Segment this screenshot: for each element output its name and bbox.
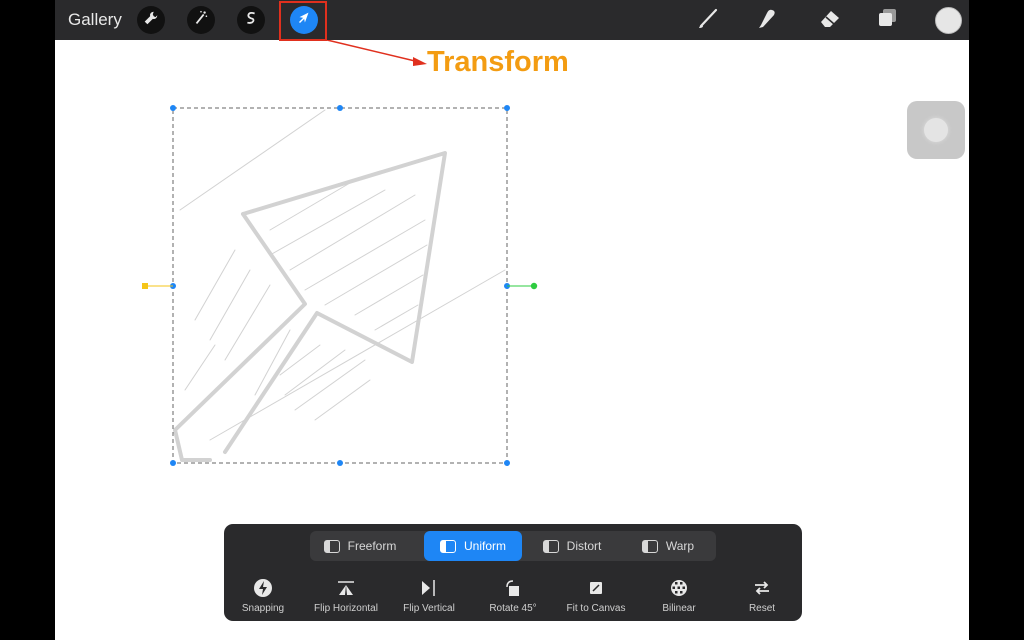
reset-icon bbox=[752, 577, 772, 599]
tool-label: Flip Horizontal bbox=[314, 603, 378, 614]
brush-icon bbox=[695, 5, 721, 36]
layers-icon bbox=[875, 5, 901, 36]
fit-to-canvas-button[interactable]: Fit to Canvas bbox=[555, 577, 637, 614]
tool-label: Flip Vertical bbox=[403, 603, 455, 614]
eraser-button[interactable] bbox=[815, 6, 845, 34]
selection-s-icon bbox=[242, 9, 260, 32]
warp-icon bbox=[641, 539, 658, 553]
tool-label: Rotate 45° bbox=[489, 603, 537, 614]
adjustments-button[interactable] bbox=[187, 6, 215, 34]
actions-button[interactable] bbox=[137, 6, 165, 34]
rotate-icon bbox=[503, 577, 523, 599]
mode-uniform[interactable]: Uniform bbox=[424, 531, 522, 561]
top-toolbar: Gallery bbox=[55, 0, 969, 41]
mode-distort[interactable]: Distort bbox=[528, 531, 616, 561]
transform-mode-segmented: Freeform Uniform Distort Warp bbox=[310, 531, 716, 561]
color-picker-button[interactable] bbox=[935, 7, 962, 34]
selection-button[interactable] bbox=[237, 6, 265, 34]
bilinear-button[interactable]: Bilinear bbox=[638, 577, 720, 614]
tool-label: Fit to Canvas bbox=[566, 603, 626, 614]
layers-button[interactable] bbox=[873, 6, 903, 34]
tool-label: Reset bbox=[748, 603, 776, 614]
green-handle bbox=[530, 282, 538, 290]
freeform-icon bbox=[323, 539, 340, 553]
selection-box bbox=[172, 107, 508, 464]
transform-highlight-box bbox=[279, 1, 327, 41]
app-frame: Gallery Transform Freeform Uniform Disto… bbox=[0, 0, 1024, 640]
smudge-button[interactable] bbox=[752, 6, 782, 34]
snapping-button[interactable]: Snapping bbox=[222, 577, 304, 614]
mode-warp[interactable]: Warp bbox=[628, 531, 708, 561]
uniform-icon bbox=[439, 539, 456, 553]
rotate-45-button[interactable]: Rotate 45° bbox=[472, 577, 554, 614]
transform-toolbar: Freeform Uniform Distort Warp Snapping F… bbox=[224, 524, 802, 621]
flip-vertical-icon bbox=[419, 577, 439, 599]
mode-freeform[interactable]: Freeform bbox=[310, 531, 410, 561]
flip-horizontal-icon bbox=[336, 577, 356, 599]
flip-horizontal-button[interactable]: Flip Horizontal bbox=[305, 577, 387, 614]
tool-label: Bilinear bbox=[662, 603, 696, 614]
fit-canvas-icon bbox=[586, 577, 606, 599]
brush-button[interactable] bbox=[693, 6, 723, 34]
mode-label: Distort bbox=[566, 539, 602, 553]
bilinear-icon bbox=[669, 577, 689, 599]
magic-wand-icon bbox=[192, 9, 210, 32]
tool-label: Snapping bbox=[241, 603, 285, 614]
lightning-icon bbox=[253, 577, 273, 599]
modify-button-knob bbox=[924, 118, 948, 142]
gallery-button[interactable]: Gallery bbox=[68, 10, 122, 30]
transform-handles bbox=[170, 105, 510, 466]
flip-vertical-button[interactable]: Flip Vertical bbox=[388, 577, 470, 614]
eraser-icon bbox=[817, 5, 843, 36]
mode-label: Freeform bbox=[347, 539, 397, 553]
procreate-screen: Gallery Transform Freeform Uniform Disto… bbox=[55, 0, 969, 640]
arrow-sketch bbox=[173, 109, 506, 462]
yellow-handle bbox=[142, 283, 148, 289]
wrench-icon bbox=[142, 9, 160, 32]
modify-button[interactable] bbox=[907, 101, 965, 159]
smudge-icon bbox=[754, 5, 780, 36]
distort-icon bbox=[542, 539, 559, 553]
reset-button[interactable]: Reset bbox=[721, 577, 803, 614]
mode-label: Uniform bbox=[463, 539, 506, 553]
mode-label: Warp bbox=[665, 539, 695, 553]
transform-annotation: Transform bbox=[427, 46, 569, 78]
